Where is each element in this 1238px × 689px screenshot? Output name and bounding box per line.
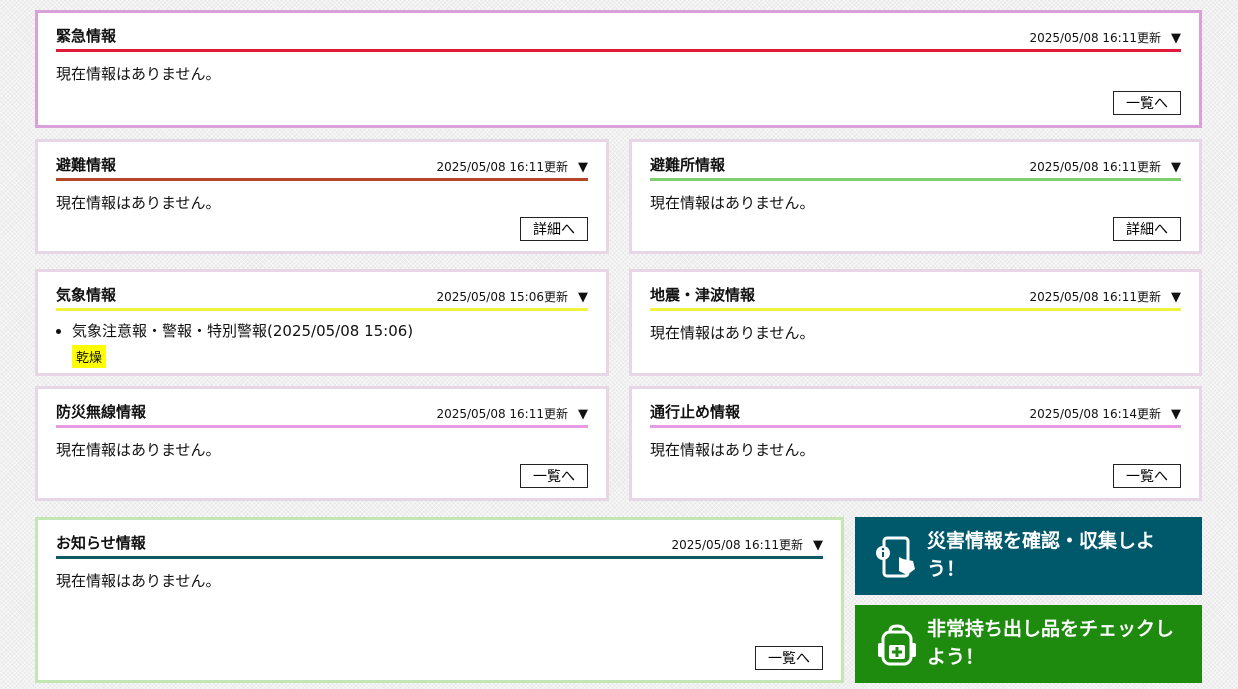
emergency-backpack-icon xyxy=(878,624,916,666)
panel-body-text: 現在情報はありません。 xyxy=(56,65,221,83)
collapse-toggle-icon[interactable]: ▼ xyxy=(578,160,588,175)
notice-panel: お知らせ情報 2025/05/08 16:11更新 ▼ 現在情報はありません。 一… xyxy=(35,517,844,683)
panel-title: 通行止め情報 xyxy=(650,403,741,421)
emergency-panel: 緊急情報 2025/05/08 16:11更新 ▼ 現在情報はありません。 一覧へ xyxy=(35,10,1202,128)
panel-title: 緊急情報 xyxy=(56,27,117,45)
list-button[interactable]: 一覧へ xyxy=(1113,91,1181,115)
shelter-header: 避難所情報 2025/05/08 16:11更新 ▼ xyxy=(650,152,1181,181)
list-button[interactable]: 一覧へ xyxy=(520,464,588,488)
evacuation-panel: 避難情報 2025/05/08 16:11更新 ▼ 現在情報はありません。 詳細へ xyxy=(35,139,609,254)
panel-body-text: 現在情報はありません。 xyxy=(650,324,815,342)
update-time: 2025/05/08 16:11更新 ▼ xyxy=(436,160,588,175)
disaster-radio-panel: 防災無線情報 2025/05/08 16:11更新 ▼ 現在情報はありません。 一… xyxy=(35,386,609,501)
radio-header: 防災無線情報 2025/05/08 16:11更新 ▼ xyxy=(56,399,588,428)
weather-tag-badge: 乾燥 xyxy=(72,345,107,368)
panel-title: 防災無線情報 xyxy=(56,403,147,421)
panel-body-text: 現在情報はありません。 xyxy=(56,572,221,590)
panel-title: 避難情報 xyxy=(56,156,117,174)
collapse-toggle-icon[interactable]: ▼ xyxy=(1171,31,1181,46)
panel-title: 地震・津波情報 xyxy=(650,286,756,304)
weather-alert-text: 気象注意報・警報・特別警報(2025/05/08 15:06) xyxy=(72,322,414,340)
update-time: 2025/05/08 16:11更新 ▼ xyxy=(1029,290,1181,305)
road-closure-panel: 通行止め情報 2025/05/08 16:14更新 ▼ 現在情報はありません。 一… xyxy=(629,386,1202,501)
earthquake-header: 地震・津波情報 2025/05/08 16:11更新 ▼ xyxy=(650,282,1181,311)
update-time: 2025/05/08 15:06更新 ▼ xyxy=(436,290,588,305)
traffic-header: 通行止め情報 2025/05/08 16:14更新 ▼ xyxy=(650,399,1181,428)
cta-label: 災害情報を確認・収集しよう！ xyxy=(927,530,1156,580)
panel-body-text: 現在情報はありません。 xyxy=(650,194,815,212)
smartphone-info-icon xyxy=(876,536,915,578)
collapse-toggle-icon[interactable]: ▼ xyxy=(813,538,823,553)
panel-title: お知らせ情報 xyxy=(56,534,146,552)
cta-label: 非常持ち出し品をチェックしよう！ xyxy=(927,618,1175,668)
list-button[interactable]: 一覧へ xyxy=(1113,464,1181,488)
collapse-toggle-icon[interactable]: ▼ xyxy=(578,407,588,422)
update-time: 2025/05/08 16:11更新 ▼ xyxy=(436,407,588,422)
weather-list: 気象注意報・警報・特別警報(2025/05/08 15:06) 乾燥 xyxy=(56,320,413,368)
collect-disaster-info-button[interactable]: 災害情報を確認・収集しよう！ xyxy=(855,517,1202,595)
emergency-header: 緊急情報 2025/05/08 16:11更新 ▼ xyxy=(56,23,1181,52)
evacuation-header: 避難情報 2025/05/08 16:11更新 ▼ xyxy=(56,152,588,181)
shelter-panel: 避難所情報 2025/05/08 16:11更新 ▼ 現在情報はありません。 詳細… xyxy=(629,139,1202,254)
notice-header: お知らせ情報 2025/05/08 16:11更新 ▼ xyxy=(56,530,823,559)
collapse-toggle-icon[interactable]: ▼ xyxy=(1171,290,1181,305)
details-button[interactable]: 詳細へ xyxy=(1113,217,1181,241)
collapse-toggle-icon[interactable]: ▼ xyxy=(578,290,588,305)
panel-body-text: 現在情報はありません。 xyxy=(56,194,221,212)
earthquake-tsunami-panel: 地震・津波情報 2025/05/08 16:11更新 ▼ 現在情報はありません。 xyxy=(629,269,1202,376)
update-time: 2025/05/08 16:11更新 ▼ xyxy=(1029,31,1181,46)
emergency-kit-check-button[interactable]: 非常持ち出し品をチェックしよう！ xyxy=(855,605,1202,683)
weather-header: 気象情報 2025/05/08 15:06更新 ▼ xyxy=(56,282,588,311)
weather-alert-item[interactable]: 気象注意報・警報・特別警報(2025/05/08 15:06) 乾燥 xyxy=(72,320,413,368)
collapse-toggle-icon[interactable]: ▼ xyxy=(1171,160,1181,175)
panel-body-text: 現在情報はありません。 xyxy=(650,441,815,459)
update-time: 2025/05/08 16:14更新 ▼ xyxy=(1029,407,1181,422)
details-button[interactable]: 詳細へ xyxy=(520,217,588,241)
weather-panel: 気象情報 2025/05/08 15:06更新▼ 気象注意報・警報・特別警報(2… xyxy=(35,269,609,376)
list-button[interactable]: 一覧へ xyxy=(755,646,823,670)
panel-title: 気象情報 xyxy=(56,286,117,304)
update-time: 2025/05/08 16:11更新 ▼ xyxy=(1029,160,1181,175)
panel-title: 避難所情報 xyxy=(650,156,726,174)
collapse-toggle-icon[interactable]: ▼ xyxy=(1171,407,1181,422)
update-time: 2025/05/08 16:11更新 ▼ xyxy=(671,538,823,553)
panel-body-text: 現在情報はありません。 xyxy=(56,441,221,459)
